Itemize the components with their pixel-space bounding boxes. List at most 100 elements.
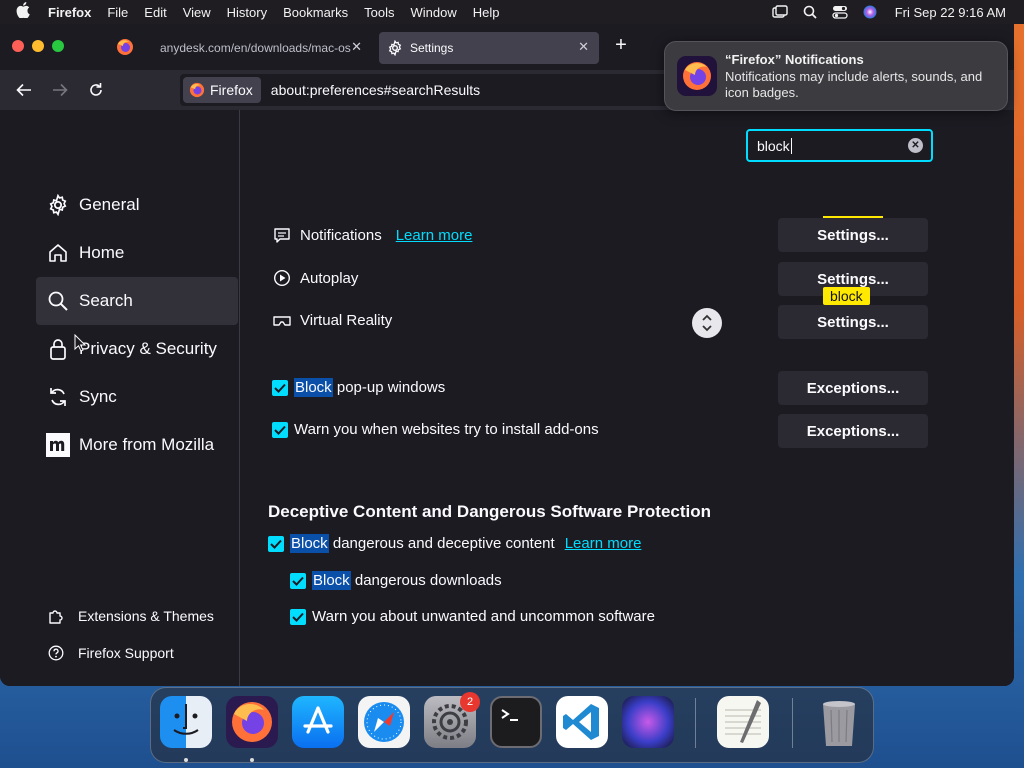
search-match-tooltip: block (823, 287, 870, 305)
firefox-running-indicator (250, 758, 254, 762)
notification-banner[interactable]: “Firefox” Notifications Notifications ma… (664, 41, 1008, 111)
preferences-sidebar: General Home Search Privacy & Security S… (0, 110, 240, 686)
menu-edit[interactable]: Edit (136, 5, 174, 20)
finder-icon[interactable] (160, 696, 212, 748)
search-highlight: Block (312, 571, 351, 590)
sidebar-item-general[interactable]: General (36, 181, 238, 229)
help-icon (46, 645, 66, 661)
extensions-themes-label: Extensions & Themes (78, 608, 214, 624)
warn-addons-row[interactable]: Warn you when websites try to install ad… (272, 421, 599, 438)
vr-headset-icon (272, 313, 292, 329)
notification-bubble-icon (272, 226, 292, 244)
firefox-dock-icon[interactable] (226, 696, 278, 748)
sync-icon (45, 384, 71, 410)
block-popups-label: pop-up windows (332, 379, 446, 396)
tab-anydesk[interactable]: anydesk.com/en/downloads/mac-os ✕ (150, 32, 372, 64)
spotlight-search-icon[interactable] (795, 0, 825, 24)
popups-exceptions-button[interactable]: Exceptions... (778, 371, 928, 405)
sidebar-item-label: Home (79, 243, 125, 262)
sidebar-item-label: Sync (79, 387, 117, 406)
warn-unwanted-label: Warn you about unwanted and uncommon sof… (312, 608, 655, 625)
sidebar-extensions-themes[interactable]: Extensions & Themes (46, 607, 214, 625)
vr-settings-button[interactable]: Settings... (778, 305, 928, 339)
finder-running-indicator (184, 758, 188, 762)
settings-search-input[interactable]: block ✕ (746, 129, 933, 162)
search-highlight: Block (290, 534, 329, 553)
checkbox-checked-icon[interactable] (290, 608, 306, 625)
tab-settings-label: Settings (410, 41, 454, 55)
preferences-content: General Home Search Privacy & Security S… (0, 110, 1014, 686)
notifications-settings-button[interactable]: Settings... (778, 218, 928, 252)
new-tab-button[interactable]: + (610, 34, 632, 57)
block-downloads-row[interactable]: Block dangerous downloads (290, 571, 502, 590)
menu-window[interactable]: Window (403, 5, 465, 20)
notifications-learn-more-link[interactable]: Learn more (396, 227, 473, 244)
back-arrow-icon[interactable] (13, 79, 35, 101)
menu-file[interactable]: File (99, 5, 136, 20)
warn-unwanted-row[interactable]: Warn you about unwanted and uncommon sof… (290, 608, 655, 625)
mozilla-icon (45, 432, 71, 458)
block-popups-row[interactable]: Block pop-up windows (272, 378, 445, 397)
siri-icon[interactable] (855, 0, 885, 24)
zoom-window-button[interactable] (52, 40, 64, 52)
gear-icon (387, 40, 403, 56)
checkbox-checked-icon[interactable] (268, 535, 284, 552)
block-dangerous-row[interactable]: Block dangerous and deceptive content Le… (268, 534, 641, 553)
clear-search-icon[interactable]: ✕ (908, 138, 923, 153)
close-tab-icon[interactable]: ✕ (351, 39, 362, 55)
sidebar-item-privacy[interactable]: Privacy & Security (36, 325, 238, 373)
app-store-icon[interactable] (292, 696, 344, 748)
menu-view[interactable]: View (175, 5, 219, 20)
notification-title: “Firefox” Notifications (725, 52, 864, 67)
checkbox-checked-icon[interactable] (272, 421, 288, 438)
vscode-icon[interactable] (556, 696, 608, 748)
menu-app-name[interactable]: Firefox (40, 5, 99, 20)
minimize-window-button[interactable] (32, 40, 44, 52)
menu-bookmarks[interactable]: Bookmarks (275, 5, 356, 20)
checkbox-checked-icon[interactable] (272, 379, 288, 396)
block-dangerous-label: dangerous and deceptive content (328, 535, 555, 552)
forward-arrow-icon[interactable] (49, 79, 71, 101)
menu-help[interactable]: Help (465, 5, 508, 20)
firefox-app-icon (677, 56, 717, 101)
permission-virtual-reality: Virtual Reality (272, 312, 392, 329)
textedit-icon[interactable] (717, 696, 769, 748)
siri-app-icon[interactable] (622, 696, 674, 748)
checkbox-checked-icon[interactable] (290, 572, 306, 589)
tab-settings[interactable]: Settings ✕ (379, 32, 599, 64)
menubar-clock[interactable]: Fri Sep 22 9:16 AM (885, 5, 1024, 20)
terminal-icon[interactable] (490, 696, 542, 748)
safari-icon[interactable] (358, 696, 410, 748)
firefox-window: anydesk.com/en/downloads/mac-os ✕ Settin… (0, 24, 1014, 686)
menu-history[interactable]: History (219, 5, 275, 20)
trash-icon[interactable] (813, 696, 865, 748)
sidebar-firefox-support[interactable]: Firefox Support (46, 645, 174, 661)
sidebar-item-sync[interactable]: Sync (36, 373, 238, 421)
apple-icon[interactable] (0, 2, 40, 22)
notifications-label: Notifications (300, 226, 382, 244)
lock-icon (45, 336, 71, 362)
sidebar-item-home[interactable]: Home (36, 229, 238, 277)
close-tab-icon[interactable]: ✕ (578, 39, 589, 55)
sidebar-item-label: More from Mozilla (79, 435, 215, 454)
sidebar-item-search[interactable]: Search (36, 277, 238, 325)
permission-autoplay: Autoplay (272, 269, 358, 287)
scroll-arrows-icon[interactable] (692, 308, 722, 338)
deceptive-learn-more-link[interactable]: Learn more (565, 535, 642, 552)
url-text[interactable]: about:preferences#searchResults (271, 82, 480, 98)
url-bar[interactable]: Firefox about:preferences#searchResults (180, 74, 680, 106)
identity-label: Firefox (210, 82, 253, 98)
sidebar-item-label: Privacy & Security (79, 339, 217, 358)
sidebar-item-label: Search (79, 291, 133, 310)
tab-anydesk-label: anydesk.com/en/downloads/mac-os (160, 41, 351, 55)
firefox-support-label: Firefox Support (78, 645, 174, 661)
addons-exceptions-button[interactable]: Exceptions... (778, 414, 928, 448)
pinned-tab-firefox-icon[interactable] (116, 38, 134, 61)
close-window-button[interactable] (12, 40, 24, 52)
sidebar-item-mozilla[interactable]: More from Mozilla (36, 421, 238, 469)
reload-icon[interactable] (85, 79, 107, 101)
identity-box[interactable]: Firefox (183, 77, 261, 103)
menu-tools[interactable]: Tools (356, 5, 402, 20)
control-center-icon[interactable] (825, 0, 855, 24)
screen-mirroring-icon[interactable] (765, 0, 795, 24)
